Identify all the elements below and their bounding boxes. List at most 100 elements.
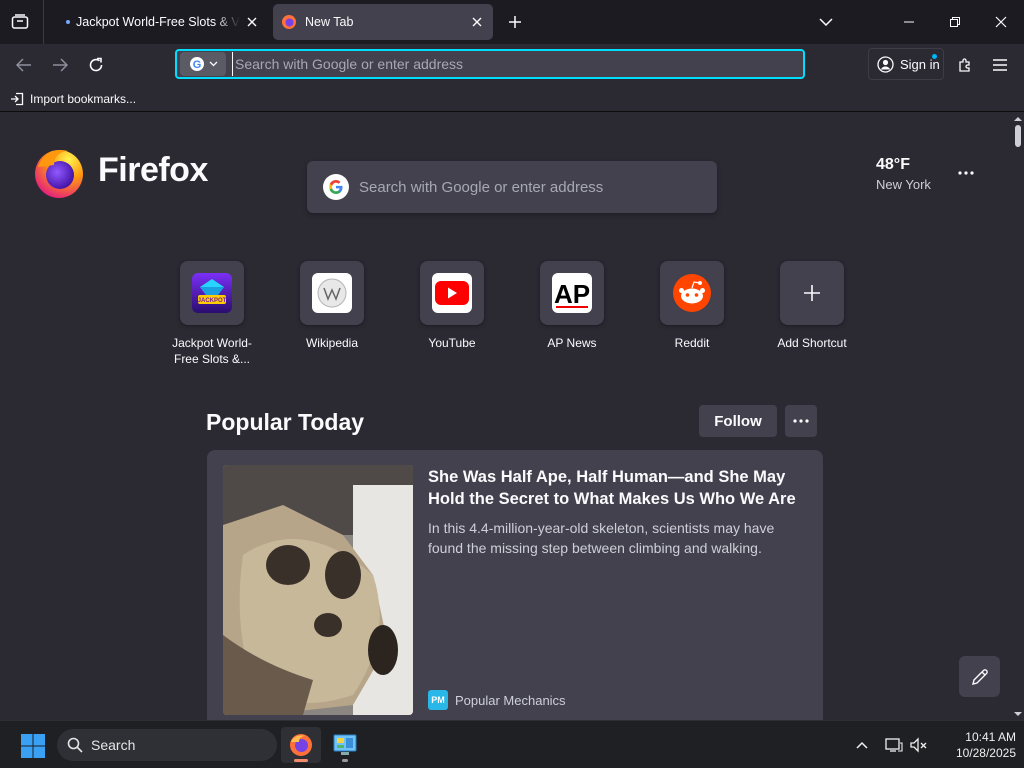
search-engine-button[interactable]: G	[180, 52, 226, 76]
section-menu-button[interactable]	[785, 405, 817, 437]
tab-close-button[interactable]	[465, 10, 489, 34]
tab-separator	[43, 0, 44, 44]
shortcut-tile	[420, 261, 484, 325]
plus-icon	[804, 285, 820, 301]
follow-button[interactable]: Follow	[699, 405, 777, 437]
control-panel-icon	[333, 734, 357, 755]
volume-button[interactable]	[908, 734, 930, 756]
minimize-button[interactable]	[886, 0, 932, 44]
hamburger-menu-icon	[993, 59, 1007, 71]
volume-muted-icon	[910, 737, 927, 753]
shortcut-wikipedia[interactable]: Wikipedia	[280, 261, 384, 351]
taskbar-search-box[interactable]: Search	[57, 729, 277, 761]
new-tab-page: Firefox Search with Google or enter addr…	[0, 113, 1012, 720]
shortcut-ap-news[interactable]: AP AP News	[520, 261, 624, 351]
close-icon	[247, 17, 257, 27]
notification-dot-icon	[932, 54, 937, 59]
chevron-down-icon	[819, 18, 833, 26]
firefox-icon	[290, 734, 312, 756]
shortcut-tile	[300, 261, 364, 325]
system-clock[interactable]: 10:41 AM 10/28/2025	[936, 729, 1016, 761]
scrollbar-thumb[interactable]	[1015, 125, 1021, 147]
shortcut-label: Reddit	[674, 336, 710, 350]
shortcut-tile: AP	[540, 261, 604, 325]
section-title: Popular Today	[206, 409, 365, 435]
extensions-button[interactable]	[950, 50, 980, 80]
shortcut-jackpot-world[interactable]: JACKPOT Jackpot World-Free Slots &...	[160, 261, 264, 367]
reload-button[interactable]	[81, 50, 111, 80]
shortcut-youtube[interactable]: YouTube	[400, 261, 504, 351]
tab-title: New Tab	[305, 15, 354, 29]
firefox-favicon-icon	[282, 15, 296, 29]
restore-icon	[950, 17, 960, 27]
chevron-up-icon	[856, 741, 868, 749]
tab-jackpot-world[interactable]: Jackpot World-Free Slots & Vegas	[50, 4, 268, 40]
firefox-view-button[interactable]	[6, 8, 34, 36]
taskbar-control-panel-button[interactable]	[325, 727, 365, 763]
taskbar-firefox-button[interactable]	[281, 727, 321, 763]
new-tab-button[interactable]	[502, 8, 528, 36]
arrow-right-icon	[53, 58, 68, 72]
close-icon	[995, 16, 1007, 28]
shortcut-label: Add Shortcut	[777, 336, 847, 350]
minimize-icon	[904, 21, 914, 23]
windows-start-icon[interactable]	[20, 733, 46, 759]
tab-title: Jackpot World-Free Slots & Vegas	[76, 15, 240, 29]
story-title: She Was Half Ape, Half Human—and She May…	[428, 468, 796, 508]
network-icon	[885, 738, 903, 752]
scroll-up-arrow-icon	[1014, 117, 1022, 121]
story-excerpt: In this 4.4-million-year-old skeleton, s…	[428, 520, 775, 556]
newtab-search-box[interactable]: Search with Google or enter address	[307, 161, 717, 213]
show-hidden-icons-button[interactable]	[851, 734, 873, 756]
youtube-icon	[432, 273, 472, 313]
story-card[interactable]: She Was Half Ape, Half Human—and She May…	[207, 450, 823, 720]
plus-icon	[509, 16, 521, 28]
address-input[interactable]	[232, 52, 803, 76]
open-app-indicator	[342, 759, 348, 762]
weather-menu-button[interactable]	[952, 161, 980, 185]
import-bookmarks-button[interactable]: Import bookmarks...	[10, 89, 136, 109]
shortcut-label: AP News	[547, 336, 597, 350]
shortcut-tile	[780, 261, 844, 325]
top-sites: JACKPOT Jackpot World-Free Slots &... Wi…	[160, 261, 872, 371]
story-source-label: Popular Mechanics	[455, 692, 566, 708]
navigation-toolbar: G Sign in	[0, 44, 1024, 86]
add-shortcut-button[interactable]: Add Shortcut	[760, 261, 864, 351]
svg-text:G: G	[192, 59, 201, 71]
weather-city: New York	[876, 177, 931, 192]
forward-button[interactable]	[45, 50, 75, 80]
search-icon	[67, 737, 83, 753]
back-button[interactable]	[9, 50, 39, 80]
weather-widget[interactable]: 48°F New York	[876, 156, 931, 192]
vertical-scrollbar[interactable]	[1012, 113, 1024, 720]
bookmarks-toolbar: Import bookmarks...	[0, 86, 1024, 112]
shortcut-reddit[interactable]: Reddit	[640, 261, 744, 351]
reload-icon	[89, 57, 103, 72]
tab-strip: Jackpot World-Free Slots & Vegas New Tab	[0, 0, 1024, 44]
window-close-button[interactable]	[978, 0, 1024, 44]
shortcut-tile: JACKPOT	[180, 261, 244, 325]
firefox-wordmark: Firefox	[98, 151, 208, 189]
windows-taskbar: Search 10:41 AM 10/28/2025	[0, 720, 1024, 768]
active-app-indicator	[294, 759, 308, 762]
google-icon: G	[189, 57, 204, 71]
tab-close-button[interactable]	[240, 10, 264, 34]
tab-new-tab[interactable]: New Tab	[273, 4, 493, 40]
popular-mechanics-icon: PM	[428, 690, 448, 710]
restore-button[interactable]	[932, 0, 978, 44]
shortcut-label: YouTube	[428, 336, 476, 350]
shortcut-label: Jackpot World-Free Slots &...	[172, 336, 252, 366]
customize-button[interactable]	[959, 656, 1000, 697]
story-source: PM Popular Mechanics	[428, 690, 566, 710]
clock-date: 10/28/2025	[955, 746, 1016, 760]
network-button[interactable]	[883, 734, 905, 756]
google-icon	[323, 174, 349, 200]
shortcut-label: Wikipedia	[305, 336, 359, 350]
close-icon	[472, 17, 482, 27]
newtab-search-placeholder: Search with Google or enter address	[359, 178, 604, 196]
sign-in-button[interactable]: Sign in	[868, 48, 944, 80]
app-menu-button[interactable]	[985, 50, 1015, 80]
list-all-tabs-button[interactable]	[812, 8, 840, 36]
more-horizontal-icon	[793, 419, 809, 423]
shortcut-tile	[660, 261, 724, 325]
